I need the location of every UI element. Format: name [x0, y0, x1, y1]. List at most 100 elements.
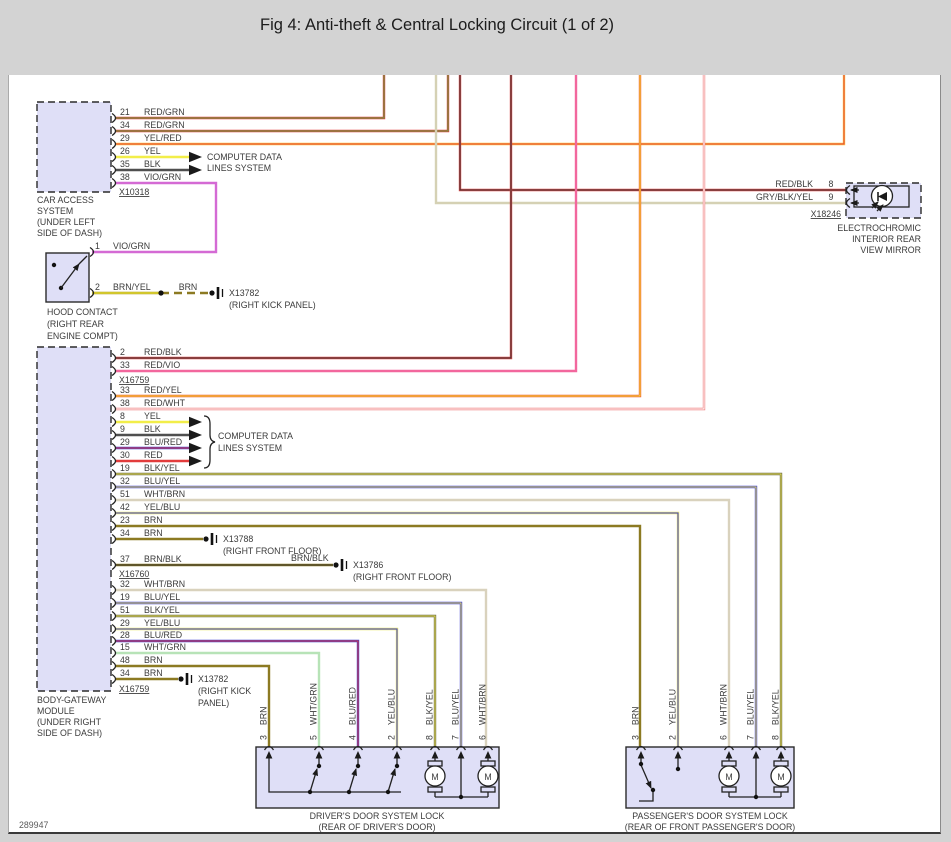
computer-data-arrows	[189, 151, 216, 469]
wire-label: YEL/BLU	[144, 502, 180, 512]
block-label: (UNDER LEFT	[37, 217, 96, 227]
door-pin-label: 3BRN	[259, 707, 269, 740]
block-label: MODULE	[37, 706, 75, 716]
pin-number: 34	[120, 120, 130, 130]
block-label: SYSTEM	[37, 206, 73, 216]
pin-number: 42	[120, 502, 130, 512]
pin-number: 35	[120, 159, 130, 169]
pin-number: 34	[120, 528, 130, 538]
block-label: (REAR OF FRONT PASSENGER'S DOOR)	[625, 822, 796, 832]
hood-pin-brackets	[89, 246, 95, 299]
splice-location: (RIGHT KICK	[198, 686, 251, 696]
body-gateway-pin-brackets	[111, 352, 117, 685]
block-label: SIDE OF DASH)	[37, 228, 102, 238]
wire-label: RED/YEL	[144, 385, 182, 395]
car-access-pin-brackets	[111, 112, 117, 189]
splice-x13788-symbol	[203, 533, 218, 545]
pin-number: 33	[120, 385, 130, 395]
pin-number: 37	[120, 554, 130, 564]
splice-id: X13782	[198, 674, 228, 684]
wire-label: BLU/YEL	[144, 476, 180, 486]
pin-number: 51	[120, 605, 130, 615]
block-label: CAR ACCESS	[37, 195, 94, 205]
block-label: INTERIOR REAR	[852, 234, 921, 244]
pin-number: 28	[120, 630, 130, 640]
wire-label: BLK	[144, 159, 161, 169]
door-pin-label: 2YEL/BLU	[387, 689, 397, 740]
wire-bg-33-red-yel	[115, 75, 642, 398]
pin-number: 38	[120, 172, 130, 182]
wire-label: RED/BLK	[144, 347, 182, 357]
pin-number: 15	[120, 642, 130, 652]
wire-label: BRN	[144, 668, 163, 678]
connector-id: X16760	[119, 569, 149, 579]
wire-label: VIO/GRN	[144, 172, 181, 182]
pin-number: 33	[120, 360, 130, 370]
wire-label: YEL/RED	[144, 133, 182, 143]
motor-symbol: M	[424, 760, 446, 793]
block-label: VIEW MIRROR	[860, 245, 921, 255]
pin-number: 8	[120, 411, 125, 421]
door-pin-label: 4BLU/RED	[348, 687, 358, 740]
wire-car-access-38-vio-grn	[92, 181, 218, 254]
wire-label: GRY/BLK/YEL	[756, 192, 813, 202]
splice-id: X13782	[229, 288, 259, 298]
block-label: HOOD CONTACT	[47, 307, 118, 317]
wire-label: VIO/GRN	[113, 241, 150, 251]
door-pin-label: 6WHT/BRN	[719, 684, 729, 740]
wire-label: BRN/YEL	[113, 282, 151, 292]
computer-data-brace	[203, 415, 216, 469]
door-pin-label: 8BLK/YEL	[771, 689, 781, 740]
wire-label: YEL	[144, 411, 161, 421]
wire-label: RED	[144, 450, 163, 460]
block-label: (RIGHT REAR	[47, 319, 104, 329]
connector-id: X10318	[119, 187, 149, 197]
wire-label: BRN	[144, 655, 163, 665]
pin-number: 32	[120, 579, 130, 589]
pin-number: 29	[120, 437, 130, 447]
wire-label: YEL	[144, 146, 161, 156]
door-pin-label: 2YEL/BLU	[668, 689, 678, 740]
wire-label: BLK/YEL	[144, 605, 180, 615]
wire-label: BLK/YEL	[144, 463, 180, 473]
wire-label: YEL/BLU	[144, 618, 180, 628]
wire-label: RED/GRN	[144, 120, 185, 130]
splice-location: PANEL)	[198, 698, 229, 708]
pin-number: 38	[120, 398, 130, 408]
wire-label: WHT/BRN	[144, 579, 185, 589]
motor-letter: M	[777, 772, 784, 782]
door-pin-label: 7BLU/YEL	[451, 689, 461, 740]
wire-label: RED/WHT	[144, 398, 186, 408]
computer-data-label: COMPUTER DATA	[218, 431, 293, 441]
wire-label: BLK	[144, 424, 161, 434]
car-access-system-block	[36, 101, 112, 193]
motor-letter: M	[725, 772, 732, 782]
block-label: ELECTROCHROMIC	[837, 223, 921, 233]
motor-symbol: M	[477, 760, 499, 793]
wire-label: BLU/YEL	[144, 592, 180, 602]
wire-label: WHT/GRN	[144, 642, 186, 652]
pin-number: 29	[120, 618, 130, 628]
motor-letter: M	[484, 772, 491, 782]
pin-number: 30	[120, 450, 130, 460]
block-label: DRIVER'S DOOR SYSTEM LOCK	[310, 811, 445, 821]
pin-number: 9	[829, 192, 834, 202]
splice-id: X13788	[223, 534, 253, 544]
pin-number: 2	[120, 347, 125, 357]
connector-id: X16759	[119, 684, 149, 694]
pin-number: 1	[95, 241, 100, 251]
block-label: BODY-GATEWAY	[37, 695, 107, 705]
figure-title: Fig 4: Anti-theft & Central Locking Circ…	[260, 16, 614, 34]
pin-number: 9	[120, 424, 125, 434]
pin-brackets	[89, 112, 851, 751]
computer-data-label: LINES SYSTEM	[207, 163, 271, 173]
wire-label: RED/BLK	[775, 179, 813, 189]
splice-x13786-symbol	[333, 559, 348, 571]
motor-letter: M	[431, 772, 438, 782]
computer-data-label: COMPUTER DATA	[207, 152, 282, 162]
wire-label: RED/VIO	[144, 360, 180, 370]
wire-label: BRN	[179, 282, 198, 292]
arrowheads	[189, 151, 202, 467]
pin-number: 19	[120, 592, 130, 602]
pin-number: 19	[120, 463, 130, 473]
